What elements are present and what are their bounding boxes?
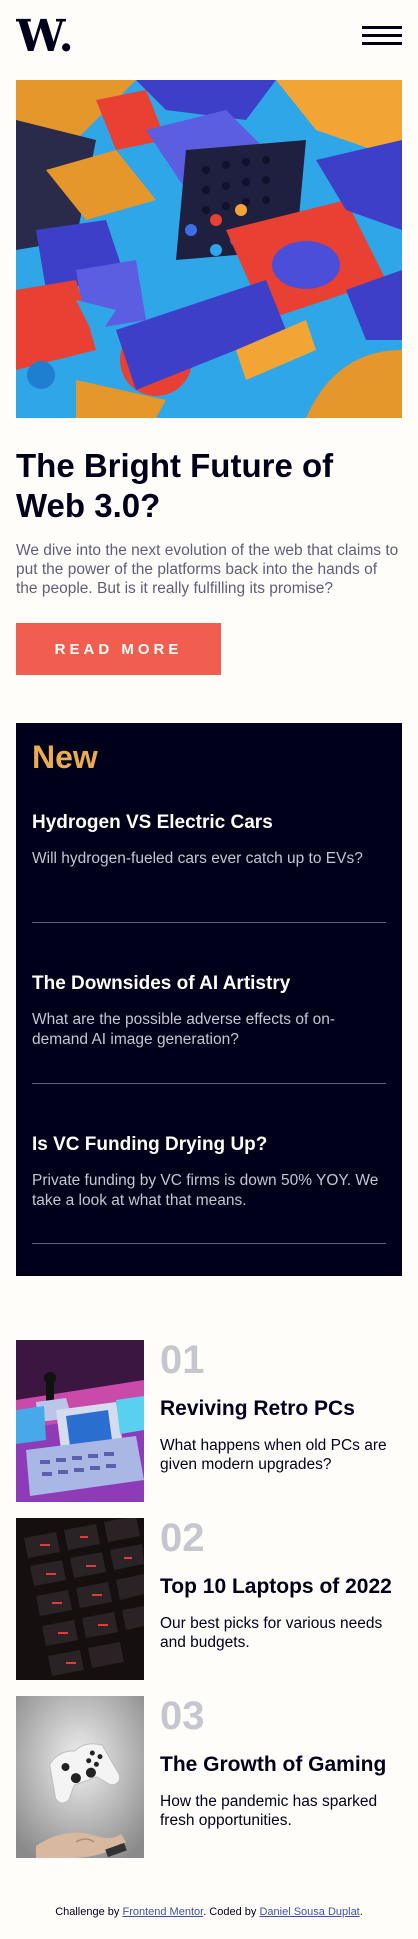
divider <box>32 1243 386 1244</box>
retro-pc-image <box>16 1340 144 1502</box>
card-title[interactable]: Top 10 Laptops of 2022 <box>160 1574 392 1600</box>
gamepad-image <box>16 1696 144 1858</box>
card-title[interactable]: The Growth of Gaming <box>160 1752 386 1778</box>
article-card: 03 The Growth of Gaming How the pandemic… <box>16 1694 402 1858</box>
new-item-description: What are the possible adverse effects of… <box>32 1011 335 1048</box>
hero-description: We dive into the next evolution of the w… <box>16 542 399 597</box>
site-header: W. <box>16 14 402 58</box>
new-item-description: Private funding by VC firms is down 50% … <box>32 1172 379 1209</box>
logo-text: W. <box>16 14 74 58</box>
hero-image <box>16 80 402 418</box>
author-link[interactable]: Daniel Sousa Duplat <box>259 1906 359 1918</box>
divider <box>32 1083 386 1084</box>
attribution-footer: Challenge by Frontend Mentor. Coded by D… <box>0 1906 418 1918</box>
laptop-keyboard-image <box>16 1518 144 1680</box>
hamburger-icon[interactable] <box>362 26 402 48</box>
card-description: How the pandemic has sparked fresh oppor… <box>160 1793 378 1829</box>
article-card: 02 Top 10 Laptops of 2022 Our best picks… <box>16 1516 402 1680</box>
new-item: The Downsides of AI Artistry What are th… <box>32 972 386 1050</box>
card-title[interactable]: Reviving Retro PCs <box>160 1396 355 1422</box>
new-item-title[interactable]: The Downsides of AI Artistry <box>32 972 386 996</box>
footer-middle: . Coded by <box>203 1906 260 1918</box>
article-card: 01 Reviving Retro PCs What happens when … <box>16 1338 402 1502</box>
new-section-heading: New <box>32 739 98 775</box>
divider <box>32 922 386 923</box>
new-item: Hydrogen VS Electric Cars Will hydrogen-… <box>32 811 386 869</box>
footer-prefix: Challenge by <box>55 1906 123 1918</box>
read-more-button[interactable]: READ MORE <box>16 623 221 675</box>
card-number: 02 <box>160 1516 205 1560</box>
frontend-mentor-link[interactable]: Frontend Mentor <box>122 1906 203 1918</box>
new-item-title[interactable]: Is VC Funding Drying Up? <box>32 1133 386 1157</box>
card-number: 01 <box>160 1338 205 1382</box>
card-description: Our best picks for various needs and bud… <box>160 1615 383 1651</box>
logo[interactable]: W. <box>16 14 82 58</box>
hero-title: The Bright Future of Web 3.0? <box>16 447 334 524</box>
card-number: 03 <box>160 1694 205 1738</box>
new-item-description: Will hydrogen-fueled cars ever catch up … <box>32 850 363 867</box>
new-articles-panel: New Hydrogen VS Electric Cars Will hydro… <box>16 723 402 1276</box>
new-item: Is VC Funding Drying Up? Private funding… <box>32 1133 386 1211</box>
new-item-title[interactable]: Hydrogen VS Electric Cars <box>32 811 386 835</box>
card-description: What happens when old PCs are given mode… <box>160 1437 387 1473</box>
footer-suffix: . <box>359 1906 363 1918</box>
